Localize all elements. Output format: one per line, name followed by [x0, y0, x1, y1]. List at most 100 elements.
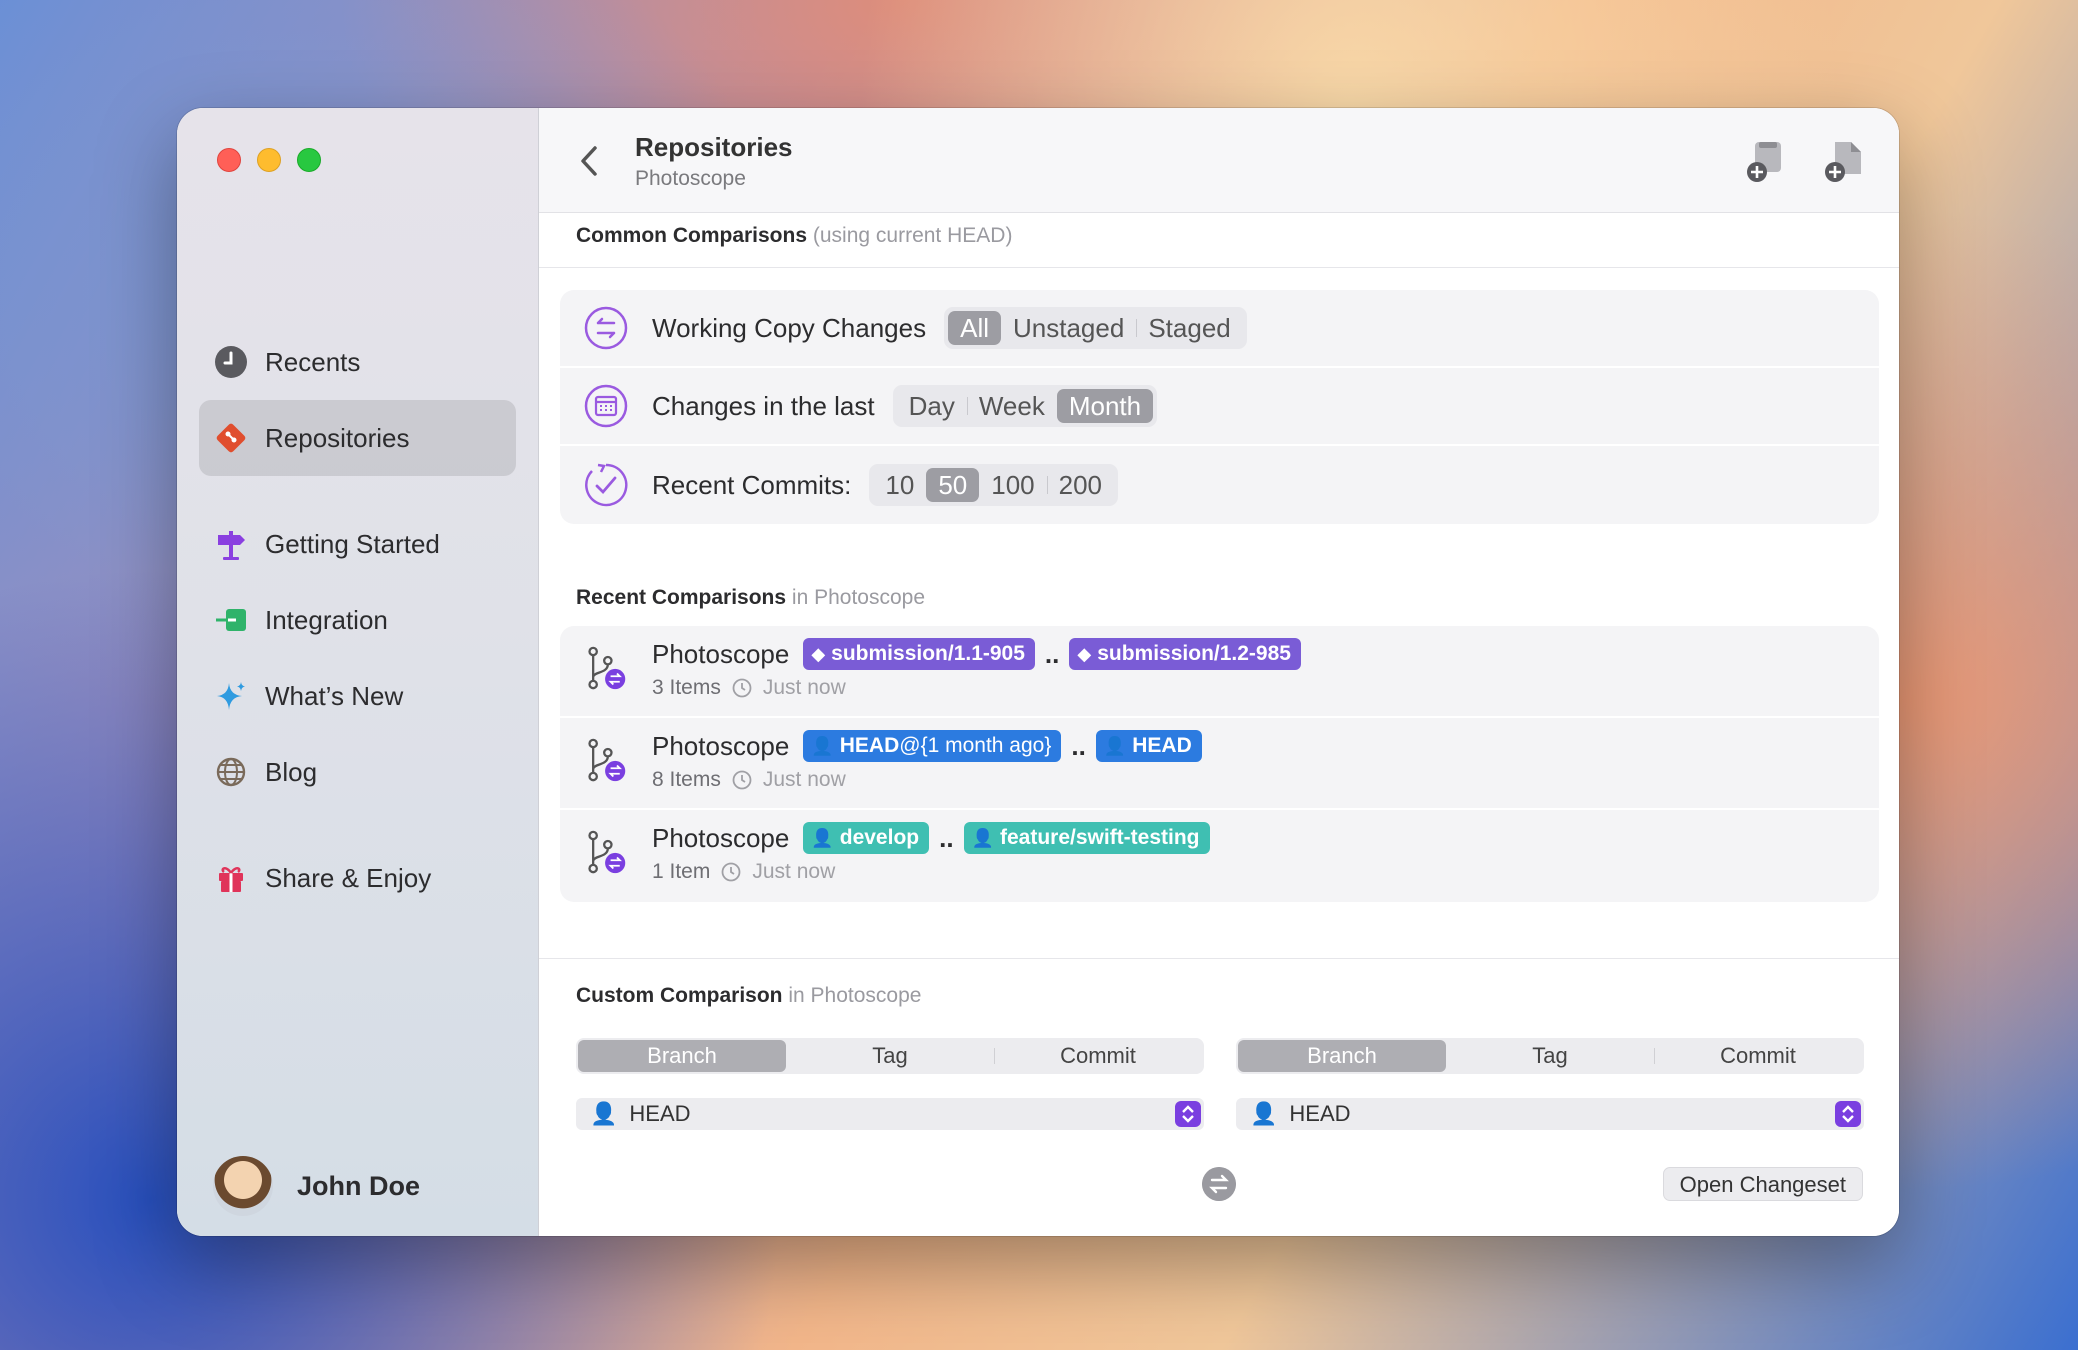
segment-commit[interactable]: Commit	[1654, 1040, 1862, 1072]
up-down-chevron-icon	[1835, 1101, 1861, 1127]
history-icon	[721, 862, 741, 882]
toolbar: Repositories Photoscope	[539, 108, 1899, 213]
segment-100[interactable]: 100	[979, 468, 1046, 502]
clock-icon	[213, 344, 249, 380]
left-ref-picker[interactable]: 👤 HEAD	[576, 1098, 1204, 1130]
range-separator: ..	[1044, 638, 1060, 669]
recent-commits-row[interactable]: Recent Commits: 10 50 100 200	[560, 446, 1879, 524]
tag-pill: ◆ submission/1.2-985	[1069, 638, 1301, 670]
sidebar-item-repositories[interactable]: Repositories	[199, 400, 516, 476]
branch-pill: 👤 feature/swift-testing	[963, 822, 1210, 854]
segment-tag[interactable]: Tag	[1446, 1040, 1654, 1072]
signpost-icon	[213, 526, 249, 562]
sidebar: Recents Repositories Getting Started Int…	[177, 108, 539, 1236]
segment-branch[interactable]: Branch	[1238, 1040, 1446, 1072]
sidebar-item-getting-started[interactable]: Getting Started	[199, 506, 516, 582]
ref-qualifier: @{1 month ago}	[899, 734, 1052, 757]
segment-unstaged[interactable]: Unstaged	[1001, 311, 1136, 345]
segment-tag[interactable]: Tag	[786, 1040, 994, 1072]
right-ref-type-segmented: Branch Tag Commit	[1236, 1038, 1864, 1074]
right-ref-picker[interactable]: 👤 HEAD	[1236, 1098, 1864, 1130]
sidebar-item-label: What’s New	[265, 680, 404, 711]
minimize-window-button[interactable]	[257, 148, 281, 172]
new-file-comparison-icon[interactable]	[1823, 138, 1867, 184]
sidebar-item-whats-new[interactable]: What’s New	[199, 658, 516, 734]
back-chevron-icon[interactable]	[577, 144, 603, 178]
recent-comparison-row[interactable]: Photoscope ◆ submission/1.1-905 .. ◆ submi…	[560, 626, 1879, 718]
up-down-chevron-icon	[1175, 1101, 1201, 1127]
segment-200[interactable]: 200	[1046, 468, 1114, 502]
working-copy-row[interactable]: Working Copy Changes All Unstaged Staged	[560, 290, 1879, 368]
divider	[539, 267, 1899, 268]
sidebar-item-integration[interactable]: Integration	[199, 582, 516, 658]
recent-commits-segmented: 10 50 100 200	[869, 464, 1119, 506]
divider	[539, 958, 1899, 959]
row-label: Recent Commits:	[652, 469, 852, 500]
ref-label: submission/1.2-985	[1097, 642, 1291, 665]
timestamp: Just now	[762, 768, 846, 791]
sidebar-item-label: Getting Started	[265, 528, 440, 559]
sidebar-item-recents[interactable]: Recents	[199, 324, 516, 400]
sidebar-item-label: Share & Enjoy	[265, 862, 432, 893]
globe-icon	[213, 754, 249, 790]
segment-all[interactable]: All	[948, 311, 1002, 345]
comparison-repo-name: Photoscope	[652, 730, 790, 761]
row-label: Working Copy Changes	[652, 312, 927, 343]
common-comparisons-header: Common Comparisons (using current HEAD)	[576, 224, 1012, 248]
segment-day[interactable]: Day	[897, 389, 967, 423]
person-icon: 👤	[811, 735, 834, 756]
zoom-window-button[interactable]	[297, 148, 321, 172]
main-content: Repositories Photoscope Common Compariso…	[539, 108, 1899, 1236]
person-icon: 👤	[1103, 735, 1127, 756]
sidebar-item-label: Repositories	[265, 422, 410, 453]
app-window: Recents Repositories Getting Started Int…	[177, 108, 1899, 1236]
branch-pill: 👤 develop	[803, 822, 930, 854]
item-count: 8 Items	[652, 768, 721, 791]
recent-comparisons-card: Photoscope ◆ submission/1.1-905 .. ◆ submi…	[560, 626, 1879, 902]
person-icon: 👤	[811, 827, 834, 848]
sparkles-icon	[213, 678, 249, 714]
segment-month[interactable]: Month	[1056, 389, 1154, 423]
open-changeset-button[interactable]: Open Changeset	[1662, 1167, 1863, 1201]
recent-comparison-row[interactable]: Photoscope 👤 HEAD @{1 month ago} .. 👤 HEAD …	[560, 718, 1879, 810]
changes-last-row[interactable]: Changes in the last Day Week Month	[560, 368, 1879, 446]
gift-icon	[213, 860, 249, 896]
page-title: Repositories	[635, 132, 793, 162]
segment-commit[interactable]: Commit	[994, 1040, 1202, 1072]
sidebar-nav-help: Getting Started Integration What’s New B…	[199, 506, 516, 810]
branch-pill: 👤 HEAD @{1 month ago}	[803, 730, 1062, 762]
swap-arrows-icon	[584, 306, 628, 350]
recent-comparison-row[interactable]: Photoscope 👤 develop .. 👤 feature/swift-te…	[560, 810, 1879, 902]
timestamp: Just now	[762, 676, 846, 699]
comparison-repo-name: Photoscope	[652, 638, 790, 669]
person-icon: 👤	[971, 827, 994, 848]
sidebar-item-share-enjoy[interactable]: Share & Enjoy	[199, 840, 516, 916]
segment-50[interactable]: 50	[926, 468, 980, 502]
range-separator: ..	[1071, 730, 1086, 761]
page-subtitle: Photoscope	[635, 167, 746, 190]
user-account[interactable]: John Doe	[213, 1156, 420, 1216]
common-comparisons-card: Working Copy Changes All Unstaged Staged…	[560, 290, 1879, 524]
new-repository-icon[interactable]	[1745, 138, 1789, 184]
section-title: Recent Comparisons	[576, 586, 787, 609]
timestamp: Just now	[752, 860, 836, 883]
close-window-button[interactable]	[217, 148, 241, 172]
left-ref-type-segmented: Branch Tag Commit	[576, 1038, 1204, 1074]
section-title: Custom Comparison	[576, 984, 783, 1007]
item-count: 3 Items	[652, 676, 721, 699]
tag-icon: ◆	[811, 643, 826, 664]
segment-week[interactable]: Week	[966, 389, 1057, 423]
item-count: 1 Item	[652, 860, 711, 883]
git-icon	[213, 420, 249, 456]
person-icon: 👤	[1250, 1101, 1278, 1126]
sidebar-item-label: Blog	[265, 756, 318, 787]
section-context: in Photoscope	[788, 984, 922, 1007]
swap-sides-icon[interactable]	[1202, 1167, 1236, 1201]
segment-staged[interactable]: Staged	[1136, 311, 1242, 345]
branch-pill: 👤 HEAD	[1095, 730, 1202, 762]
sidebar-item-blog[interactable]: Blog	[199, 734, 516, 810]
segment-branch[interactable]: Branch	[578, 1040, 786, 1072]
segment-10[interactable]: 10	[873, 468, 926, 502]
ref-label: HEAD	[1132, 734, 1192, 757]
picker-value: HEAD	[629, 1101, 691, 1126]
